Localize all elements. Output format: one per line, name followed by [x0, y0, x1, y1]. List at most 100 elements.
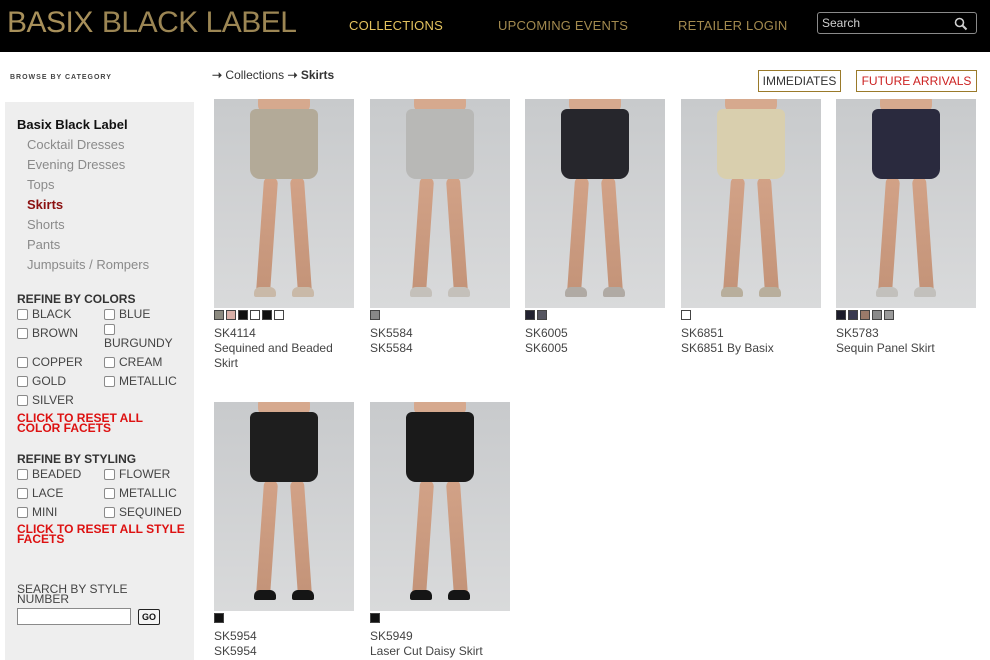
- color-swatch[interactable]: [848, 310, 858, 320]
- color-facet-burgundy[interactable]: BURGUNDY: [104, 324, 173, 350]
- checkbox[interactable]: [17, 468, 28, 480]
- product-sku[interactable]: SK5949: [370, 629, 413, 643]
- color-facet-silver[interactable]: SILVER: [17, 393, 74, 407]
- header-search: [817, 12, 977, 34]
- product-name[interactable]: SK6005: [525, 341, 665, 356]
- reset-color-facets-link[interactable]: CLICK TO RESET ALL COLOR FACETS: [17, 412, 187, 434]
- color-swatch[interactable]: [872, 310, 882, 320]
- product-name[interactable]: SK6851 By Basix: [681, 341, 821, 356]
- immediates-button[interactable]: IMMEDIATES: [758, 70, 841, 92]
- product-image[interactable]: [681, 99, 821, 308]
- nav-retailer-login[interactable]: RETAILER LOGIN: [678, 18, 787, 33]
- product-image[interactable]: [370, 99, 510, 308]
- category-shorts[interactable]: Shorts: [27, 217, 65, 232]
- category-tops[interactable]: Tops: [27, 177, 54, 192]
- style-facet-mini[interactable]: MINI: [17, 505, 57, 519]
- shoe: [410, 590, 432, 600]
- checkbox[interactable]: [104, 468, 115, 480]
- color-swatch[interactable]: [681, 310, 691, 320]
- reset-style-facets-link[interactable]: CLICK TO RESET ALL STYLE FACETS: [17, 523, 187, 545]
- style-facet-flower[interactable]: FLOWER: [104, 467, 170, 481]
- product-name[interactable]: Laser Cut Daisy Skirt: [370, 644, 510, 659]
- product-name[interactable]: SK5584: [370, 341, 510, 356]
- checkbox[interactable]: [17, 356, 28, 368]
- checkbox[interactable]: [17, 394, 28, 406]
- style-facet-beaded[interactable]: BEADED: [17, 467, 81, 481]
- product-name[interactable]: Sequin Panel Skirt: [836, 341, 976, 356]
- color-facet-cream[interactable]: CREAM: [104, 355, 162, 369]
- color-swatch[interactable]: [214, 310, 224, 320]
- product-image[interactable]: [836, 99, 976, 308]
- checkbox[interactable]: [17, 506, 28, 518]
- product-sku[interactable]: SK5954: [214, 629, 257, 643]
- style-facet-lace[interactable]: LACE: [17, 486, 63, 500]
- color-swatch[interactable]: [262, 310, 272, 320]
- nav-upcoming-events[interactable]: UPCOMING EVENTS: [498, 18, 628, 33]
- breadcrumb-collections[interactable]: Collections: [225, 68, 284, 82]
- checkbox[interactable]: [104, 487, 115, 499]
- checkbox[interactable]: [104, 506, 115, 518]
- sidebar-title[interactable]: Basix Black Label: [17, 117, 128, 132]
- refine-styling-heading: REFINE BY STYLING: [17, 452, 137, 466]
- color-facet-gold[interactable]: GOLD: [17, 374, 66, 388]
- brand-logo[interactable]: BASIX BLACK LABEL: [7, 6, 297, 46]
- color-facet-copper[interactable]: COPPER: [17, 355, 83, 369]
- color-swatch[interactable]: [226, 310, 236, 320]
- skirt: [561, 109, 629, 179]
- style-facet-metallic[interactable]: METALLIC: [104, 486, 177, 500]
- color-swatch[interactable]: [370, 310, 380, 320]
- color-swatch[interactable]: [238, 310, 248, 320]
- color-swatch[interactable]: [274, 310, 284, 320]
- search-icon[interactable]: [954, 17, 968, 31]
- product-image[interactable]: [214, 402, 354, 611]
- color-facet-brown[interactable]: BROWN: [17, 326, 78, 340]
- product-image[interactable]: [214, 99, 354, 308]
- checkbox[interactable]: [104, 356, 115, 368]
- color-swatches: [370, 310, 380, 320]
- product-sku[interactable]: SK6851: [681, 326, 724, 340]
- color-facet-blue[interactable]: BLUE: [104, 307, 150, 321]
- future-arrivals-button[interactable]: FUTURE ARRIVALS: [856, 70, 977, 92]
- color-swatch[interactable]: [860, 310, 870, 320]
- category-pants[interactable]: Pants: [27, 237, 60, 252]
- category-skirts[interactable]: Skirts: [27, 197, 63, 212]
- category-cocktail-dresses[interactable]: Cocktail Dresses: [27, 137, 125, 152]
- color-swatches: [836, 310, 894, 320]
- checkbox[interactable]: [104, 375, 115, 387]
- breadcrumb-current: Skirts: [300, 68, 335, 82]
- search-input[interactable]: [822, 15, 952, 31]
- product-image[interactable]: [370, 402, 510, 611]
- color-swatch[interactable]: [836, 310, 846, 320]
- color-facet-metallic[interactable]: METALLIC: [104, 374, 177, 388]
- checkbox[interactable]: [17, 308, 28, 320]
- product-name[interactable]: SK5954: [214, 644, 354, 659]
- style-number-input[interactable]: [17, 608, 131, 625]
- arrow-right-icon: ➝: [212, 68, 223, 82]
- product-sku[interactable]: SK4114: [214, 326, 256, 340]
- product-sku[interactable]: SK5584: [370, 326, 413, 340]
- product-name[interactable]: Sequined and Beaded Skirt: [214, 341, 354, 371]
- color-swatch[interactable]: [884, 310, 894, 320]
- nav-collections[interactable]: COLLECTIONS: [349, 18, 443, 33]
- style-facet-sequined[interactable]: SEQUINED: [104, 505, 182, 519]
- color-swatch[interactable]: [214, 613, 224, 623]
- product-sku[interactable]: SK6005: [525, 326, 568, 340]
- checkbox[interactable]: [17, 375, 28, 387]
- checkbox[interactable]: [17, 327, 28, 339]
- color-swatch[interactable]: [537, 310, 547, 320]
- color-swatch[interactable]: [525, 310, 535, 320]
- color-swatch[interactable]: [370, 613, 380, 623]
- go-button[interactable]: GO: [138, 609, 160, 625]
- browse-by-category-label: BROWSE BY CATEGORY: [10, 74, 112, 81]
- model-leg: [255, 479, 279, 599]
- color-facet-black[interactable]: BLACK: [17, 307, 71, 321]
- color-swatch[interactable]: [250, 310, 260, 320]
- checkbox[interactable]: [104, 308, 115, 320]
- checkbox[interactable]: [104, 324, 115, 335]
- checkbox[interactable]: [17, 487, 28, 499]
- category-evening-dresses[interactable]: Evening Dresses: [27, 157, 125, 172]
- product-image[interactable]: [525, 99, 665, 308]
- model-leg: [722, 176, 746, 296]
- category-jumpsuits-rompers[interactable]: Jumpsuits / Rompers: [27, 257, 149, 272]
- product-sku[interactable]: SK5783: [836, 326, 879, 340]
